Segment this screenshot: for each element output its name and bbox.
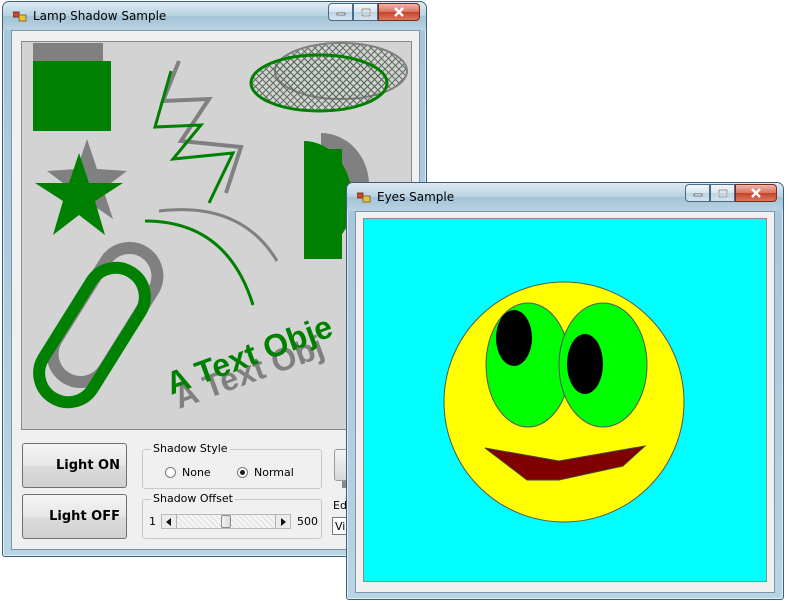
window-title: Lamp Shadow Sample xyxy=(33,9,167,23)
maximize-button[interactable] xyxy=(353,3,378,21)
smiley-face xyxy=(443,281,685,523)
light-on-label: Light ON xyxy=(56,458,120,473)
close-button[interactable] xyxy=(378,3,420,21)
left-pupil xyxy=(496,310,532,366)
ellipse-shape xyxy=(249,53,389,113)
eyes-canvas[interactable] xyxy=(363,218,767,582)
scroll-left-icon xyxy=(166,517,171,526)
minimize-icon xyxy=(336,12,345,16)
light-off-button[interactable]: Light OFF xyxy=(22,494,127,539)
offset-scrollbar[interactable] xyxy=(161,514,291,529)
maximize-icon xyxy=(360,7,371,17)
app-icon xyxy=(13,11,27,22)
scroll-right-icon xyxy=(281,517,286,526)
shadow-style-group: Shadow Style None Normal xyxy=(142,442,322,489)
close-icon xyxy=(394,7,404,17)
scroll-right-button[interactable] xyxy=(275,515,290,528)
shadow-offset-label: Shadow Offset xyxy=(151,492,235,505)
light-off-label: Light OFF xyxy=(49,509,120,524)
minimize-button[interactable] xyxy=(685,184,710,202)
radio-normal-indicator xyxy=(237,467,248,478)
scroll-thumb[interactable] xyxy=(221,515,231,528)
eyes-client-area xyxy=(355,211,775,593)
lamp-shadow-titlebar[interactable]: Lamp Shadow Sample xyxy=(3,2,426,30)
shadow-style-none-radio[interactable]: None xyxy=(165,466,211,479)
shadow-style-normal-radio[interactable]: Normal xyxy=(237,466,294,479)
halfcircle-body xyxy=(304,149,342,259)
maximize-button[interactable] xyxy=(710,184,735,202)
light-on-button[interactable]: Light ON xyxy=(22,443,127,488)
square-shape xyxy=(33,61,111,131)
close-icon xyxy=(751,188,761,198)
radio-none-label: None xyxy=(182,466,211,479)
radio-none-indicator xyxy=(165,467,176,478)
eyes-window: Eyes Sample xyxy=(346,182,784,600)
offset-min-label: 1 xyxy=(149,515,156,528)
minimize-button[interactable] xyxy=(328,3,353,21)
close-button[interactable] xyxy=(735,184,777,202)
radio-normal-label: Normal xyxy=(254,466,294,479)
maximize-icon xyxy=(717,188,728,198)
minimize-icon xyxy=(693,193,702,197)
edit-label: Ed xyxy=(333,499,347,512)
shadow-style-label: Shadow Style xyxy=(151,442,230,455)
scroll-left-button[interactable] xyxy=(162,515,177,528)
app-icon xyxy=(357,192,371,203)
right-pupil xyxy=(567,334,603,394)
eyes-titlebar[interactable]: Eyes Sample xyxy=(347,183,783,211)
shadow-offset-group: Shadow Offset 1 500 xyxy=(142,492,322,539)
offset-max-label: 500 xyxy=(297,515,318,528)
window-title: Eyes Sample xyxy=(377,190,455,204)
